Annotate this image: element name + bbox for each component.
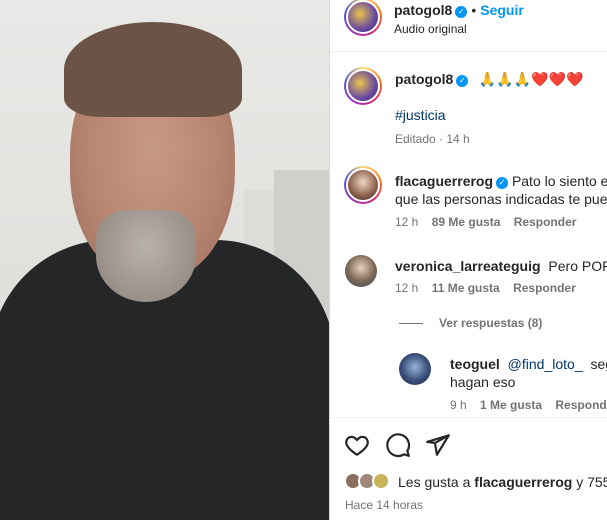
likes-suffix: y 7558 <box>576 474 607 490</box>
reply-comment-teoguel: teoguel @find_loto_ segu <box>450 355 607 373</box>
reply-button[interactable]: Responder <box>555 398 607 412</box>
comment-text-line1: Pero POR Q <box>548 258 607 274</box>
reply-time[interactable]: 9 h <box>450 398 467 412</box>
post-header: patogol8 ✓ • Seguir Audio original <box>330 0 607 52</box>
comment-likes[interactable]: 11 Me gusta <box>432 281 500 295</box>
reply-text-tail: segu <box>590 356 607 372</box>
heart-icon[interactable] <box>344 432 370 458</box>
comment-time[interactable]: 12 h <box>395 281 418 295</box>
comment-username[interactable]: veronica_larreateguig <box>395 258 541 274</box>
comment-avatar-flacaguerrerog[interactable] <box>344 166 382 204</box>
reply-username[interactable]: teoguel <box>450 356 500 372</box>
comment-flacaguerrerog: flacaguerrerog ✓ Pato lo siento en <box>395 172 607 190</box>
comment-avatar-veronica[interactable] <box>345 255 377 287</box>
mention-link[interactable]: @find_loto_ <box>508 356 583 372</box>
caption-avatar[interactable] <box>344 67 382 105</box>
actions-bar: Les gusta a flacaguerrerog y 7558 Hace 1… <box>330 417 607 520</box>
post-time: Hace 14 horas <box>345 498 424 512</box>
verified-badge-icon: ✓ <box>456 75 469 87</box>
reply-button[interactable]: Responder <box>514 215 577 229</box>
comment-username[interactable]: flacaguerrerog <box>395 173 493 189</box>
comment-text-line1: Pato lo siento en <box>511 173 607 189</box>
comment-meta-row: 12 h 89 Me gusta Responder <box>395 215 576 229</box>
likes-user[interactable]: flacaguerrerog <box>474 474 572 490</box>
reply-likes[interactable]: 1 Me gusta <box>480 398 542 412</box>
reply-avatar-teoguel[interactable] <box>399 353 431 385</box>
author-username[interactable]: patogol8 <box>394 2 452 18</box>
view-replies-button[interactable]: Ver respuestas (8) <box>439 316 542 330</box>
view-replies-line <box>399 323 423 324</box>
verified-badge-icon: ✓ <box>455 6 468 18</box>
person-hair <box>64 22 242 117</box>
caption-emojis: 🙏🙏🙏❤️❤️❤️ <box>478 71 584 87</box>
likes-prefix: Les gusta a <box>398 474 471 490</box>
caption-row: patogol8 ✓ 🙏🙏🙏❤️❤️❤️ <box>395 70 583 89</box>
reply-text-line2: hagan eso <box>450 374 516 390</box>
follow-button[interactable]: Seguir <box>480 2 524 18</box>
comment-icon[interactable] <box>385 432 411 458</box>
likes-summary[interactable]: Les gusta a flacaguerrerog y 7558 <box>398 473 607 491</box>
verified-badge-icon: ✓ <box>496 177 509 189</box>
header-title-row: patogol8 ✓ • Seguir <box>394 2 524 20</box>
caption-hashtag[interactable]: #justicia <box>395 107 446 123</box>
comments-panel: patogol8 ✓ • Seguir Audio original patogol8… <box>330 0 607 520</box>
author-avatar[interactable] <box>344 0 382 36</box>
reply-meta-row: 9 h 1 Me gusta Responder <box>450 398 607 412</box>
comment-text-line2: que las personas indicadas te pued <box>395 191 607 207</box>
caption-edited-time: Editado · 14 h <box>395 132 470 146</box>
comment-time[interactable]: 12 h <box>395 215 418 229</box>
separator-dot: • <box>471 2 477 18</box>
comment-meta-row: 12 h 11 Me gusta Responder <box>395 281 576 295</box>
send-icon[interactable] <box>425 432 451 458</box>
post-video[interactable] <box>0 0 329 520</box>
comment-likes[interactable]: 89 Me gusta <box>432 215 501 229</box>
audio-label[interactable]: Audio original <box>394 22 467 36</box>
comment-veronica: veronica_larreateguig Pero POR Q <box>395 257 607 275</box>
caption-username[interactable]: patogol8 <box>395 71 453 87</box>
liker-avatar <box>372 472 390 490</box>
person-beard <box>96 210 196 302</box>
reply-button[interactable]: Responder <box>513 281 576 295</box>
